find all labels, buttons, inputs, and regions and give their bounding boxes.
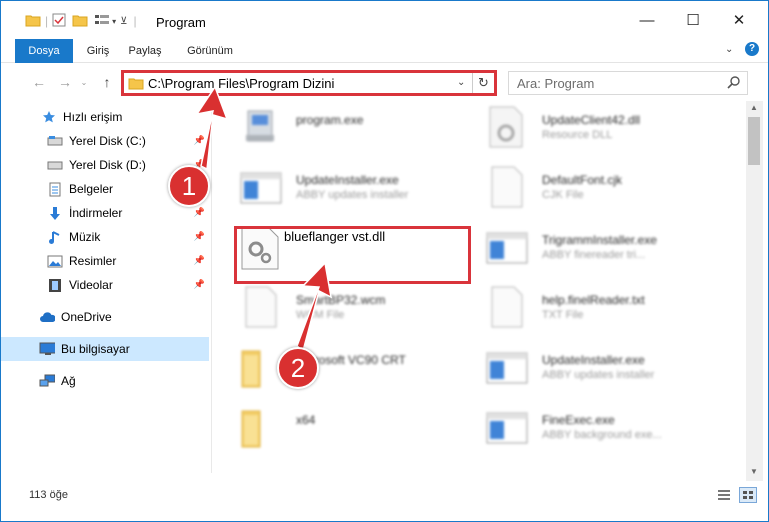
item-count: 113 öğe [29, 489, 68, 501]
status-bar: 113 öğe [1, 485, 768, 507]
installer-icon [484, 345, 530, 393]
computer-icon [39, 341, 55, 357]
step-2-badge: 2 [277, 347, 319, 389]
sidebar-item-onedrive[interactable]: OneDrive [1, 305, 209, 329]
file-item[interactable]: x64 [238, 405, 468, 461]
navigation-pane: Hızlı erişim Yerel Disk (C:) 📌 Yerel Dis… [1, 101, 211, 473]
pin-icon[interactable]: 📌 [194, 279, 205, 290]
file-item[interactable]: help.finelReader.txt TXT File [484, 285, 714, 341]
highlight-box [234, 226, 471, 284]
tab-dosya[interactable]: Dosya [15, 39, 73, 63]
close-button[interactable]: ✕ [716, 1, 762, 39]
search-box[interactable]: Ara: Program [508, 71, 748, 95]
sidebar-item-this-pc[interactable]: Bu bilgisayar [1, 337, 209, 361]
navigation-bar: ← → ⌄ ↑ C:\Program Files\Program Dizini … [1, 64, 768, 100]
window-title: Program [156, 15, 206, 30]
forward-arrow-icon[interactable]: → [55, 72, 75, 92]
file-item[interactable]: UpdateInstaller.exe ABBY updates install… [484, 345, 714, 401]
chevron-down-icon[interactable]: ⌄ [725, 44, 733, 55]
sidebar-item-local-disk-c[interactable]: Yerel Disk (C:) 📌 [1, 129, 209, 153]
sidebar-item-quick-access[interactable]: Hızlı erişim [1, 105, 209, 129]
chevron-down-icon[interactable]: ⌄ [457, 77, 465, 88]
pin-icon[interactable]: 📌 [194, 255, 205, 266]
scroll-thumb[interactable] [748, 117, 760, 165]
music-note-icon [47, 229, 63, 245]
sidebar-item-music[interactable]: Müzik 📌 [1, 225, 209, 249]
document-icon [484, 165, 530, 213]
large-icons-view-icon[interactable] [739, 487, 757, 503]
dll-icon [484, 105, 530, 153]
chevron-down-icon[interactable]: ▾ [112, 17, 116, 26]
cloud-icon [39, 309, 55, 325]
installer-icon [484, 405, 530, 453]
tab-paylas[interactable]: Paylaş [121, 39, 169, 63]
file-item[interactable]: Microsoft VC90 CRT [238, 345, 468, 401]
network-icon [39, 373, 55, 389]
scroll-up-icon[interactable]: ▲ [750, 103, 758, 112]
exe-icon [238, 105, 284, 153]
file-item[interactable]: program.exe [238, 105, 468, 161]
back-arrow-icon[interactable]: ← [29, 72, 49, 92]
ribbon-tabs: Dosya Giriş Paylaş Görünüm ⌄ ? [1, 39, 768, 63]
customize-toolbar-icon[interactable]: ⊻ [120, 16, 127, 27]
folder-icon [25, 13, 41, 30]
step-1-badge: 1 [168, 165, 210, 207]
tab-gorunum[interactable]: Görünüm [179, 39, 241, 63]
file-item[interactable]: UpdateInstaller.exe ABBY updates install… [238, 165, 468, 221]
pin-icon[interactable]: 📌 [194, 231, 205, 242]
quick-access-toolbar: | ▾ ⊻ | [25, 12, 137, 30]
sidebar-item-videos[interactable]: Videolar 📌 [1, 273, 209, 297]
view-icon[interactable] [94, 13, 110, 30]
pin-icon[interactable]: 📌 [194, 207, 205, 218]
download-arrow-icon [47, 205, 63, 221]
folder-icon [238, 405, 284, 453]
file-item[interactable]: UpdateClient42.dll Resource DLL [484, 105, 714, 161]
refresh-icon[interactable]: ↻ [478, 75, 489, 91]
document-icon [47, 181, 63, 197]
address-bar[interactable]: C:\Program Files\Program Dizini ⌄ ↻ [121, 70, 497, 96]
drive-icon [47, 157, 63, 173]
explorer-window: | ▾ ⊻ | Program — ☐ ✕ Dosya Giriş Paylaş… [0, 0, 769, 522]
up-arrow-icon[interactable]: ↑ [97, 72, 117, 92]
vertical-scrollbar[interactable]: ▲ ▼ [746, 101, 763, 481]
maximize-button[interactable]: ☐ [670, 1, 716, 39]
file-item[interactable]: SmartBP32.wcm WCM File [238, 285, 468, 341]
tab-giris[interactable]: Giriş [79, 39, 117, 63]
file-item[interactable]: FineExec.exe ABBY background exe... [484, 405, 714, 461]
file-list: program.exe UpdateClient42.dll Resource … [212, 101, 746, 473]
pin-icon[interactable]: 📌 [194, 135, 205, 146]
star-icon [41, 109, 57, 125]
installer-icon [484, 225, 530, 273]
title-bar: | ▾ ⊻ | Program — ☐ ✕ [1, 1, 768, 39]
document-icon [238, 285, 284, 333]
search-icon[interactable] [727, 75, 741, 92]
help-icon[interactable]: ? [745, 42, 759, 56]
file-item[interactable]: TrigrammInstaller.exe ABBY finereader tr… [484, 225, 714, 281]
picture-icon [47, 253, 63, 269]
drive-icon [47, 133, 63, 149]
film-icon [47, 277, 63, 293]
chevron-down-icon[interactable]: ⌄ [79, 72, 89, 92]
properties-icon[interactable] [52, 13, 66, 30]
minimize-button[interactable]: — [624, 1, 670, 39]
sidebar-item-network[interactable]: Ağ [1, 369, 209, 393]
scroll-down-icon[interactable]: ▼ [750, 467, 758, 476]
file-item[interactable]: DefaultFont.cjk CJK File [484, 165, 714, 221]
folder-icon [128, 76, 144, 93]
sidebar-item-downloads[interactable]: İndirmeler 📌 [1, 201, 209, 225]
installer-icon [238, 165, 284, 213]
sidebar-item-pictures[interactable]: Resimler 📌 [1, 249, 209, 273]
details-view-icon[interactable] [717, 489, 731, 504]
search-input[interactable]: Ara: Program [517, 76, 594, 91]
new-folder-icon[interactable] [72, 13, 88, 30]
address-path[interactable]: C:\Program Files\Program Dizini [148, 76, 334, 91]
document-icon [484, 285, 530, 333]
